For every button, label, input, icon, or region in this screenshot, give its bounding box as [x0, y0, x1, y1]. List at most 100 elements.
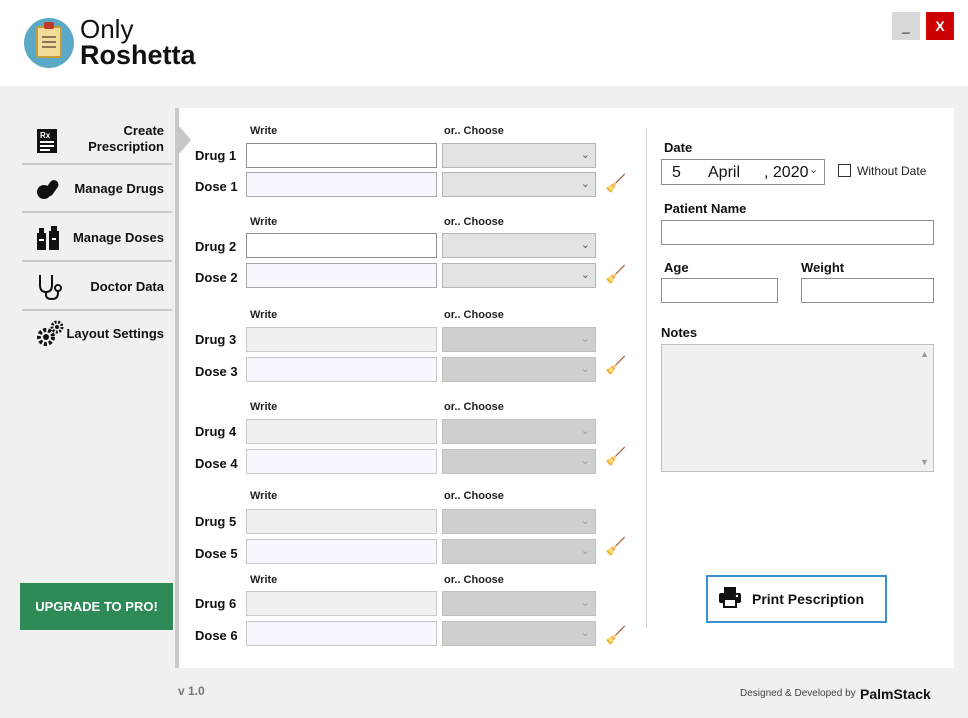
dose-5-label: Dose 5: [195, 546, 238, 561]
weight-label: Weight: [801, 260, 845, 275]
drug-6-select[interactable]: ⌄: [442, 591, 596, 616]
clear-row-1-broom-icon[interactable]: 🧹: [605, 174, 626, 194]
dose-5-input[interactable]: [246, 539, 437, 564]
dose-4-input[interactable]: [246, 449, 437, 474]
drug-4-label: Drug 4: [195, 424, 237, 439]
print-prescription-button[interactable]: Print Pescription: [706, 575, 887, 623]
dose-5-select[interactable]: ⌄: [442, 539, 596, 564]
without-date-checkbox[interactable]: [838, 164, 851, 177]
chevron-down-icon: ⌄: [580, 425, 590, 437]
age-input[interactable]: [661, 278, 778, 303]
drug-5-select[interactable]: ⌄: [442, 509, 596, 534]
sidebar-item-label: Doctor Data: [90, 279, 164, 294]
chevron-down-icon: ⌄: [580, 333, 590, 345]
active-tab-indicator: [179, 126, 191, 154]
sidebar-item-label: Create Prescription: [88, 123, 164, 154]
clipboard-icon: [36, 22, 62, 58]
drug-1-select[interactable]: ⌄: [442, 143, 596, 168]
drug-2-select[interactable]: ⌄: [442, 233, 596, 258]
brand-name-bottom: Roshetta: [80, 40, 196, 70]
date-month: April: [708, 164, 741, 181]
clear-row-5-broom-icon[interactable]: 🧹: [605, 537, 626, 557]
prescription-icon: Rx: [36, 128, 58, 160]
write-header: Write: [250, 309, 278, 321]
version-label: v 1.0: [178, 684, 205, 698]
app-header: Only Roshetta _ X: [0, 0, 968, 86]
drug-1-label: Drug 1: [195, 148, 237, 163]
sidebar-item-label: Manage Doses: [72, 230, 164, 245]
sidebar-item-manage-drugs[interactable]: Manage Drugs: [22, 165, 172, 213]
developer-logo: PalmStack: [860, 686, 931, 702]
choose-header: or.. Choose: [444, 401, 504, 413]
stethoscope-icon: [36, 273, 64, 307]
chevron-down-icon: ⌄: [580, 515, 590, 527]
dose-2-input[interactable]: [246, 263, 437, 288]
upgrade-button[interactable]: UPGRADE TO PRO!: [20, 583, 173, 630]
write-header: Write: [250, 216, 278, 228]
chevron-down-icon: ⌄: [580, 455, 590, 467]
chevron-down-icon: ⌄: [580, 269, 590, 281]
dose-1-input[interactable]: [246, 172, 437, 197]
sidebar-item-manage-doses[interactable]: Manage Doses: [22, 213, 172, 262]
choose-header: or.. Choose: [444, 490, 504, 502]
date-year: , 2020: [764, 164, 809, 181]
bottles-icon: [36, 225, 60, 257]
gears-icon: [36, 320, 64, 354]
dose-6-select[interactable]: ⌄: [442, 621, 596, 646]
dose-1-select[interactable]: ⌄: [442, 172, 596, 197]
sidebar-item-create-prescription[interactable]: Rx Create Prescription: [22, 120, 172, 165]
chevron-down-icon: ⌄: [580, 597, 590, 609]
clear-row-2-broom-icon[interactable]: 🧹: [605, 265, 626, 285]
drug-3-select[interactable]: ⌄: [442, 327, 596, 352]
panel-divider: [646, 128, 647, 628]
drug-5-label: Drug 5: [195, 514, 237, 529]
dose-4-label: Dose 4: [195, 456, 238, 471]
dose-3-select[interactable]: ⌄: [442, 357, 596, 382]
patient-name-input[interactable]: [661, 220, 934, 245]
date-day: 5: [672, 164, 681, 181]
chevron-down-icon: ⌄: [580, 239, 590, 251]
sidebar-item-layout-settings[interactable]: Layout Settings: [22, 311, 172, 356]
date-label: Date: [664, 140, 693, 155]
dose-6-input[interactable]: [246, 621, 437, 646]
notes-label: Notes: [661, 325, 698, 340]
drug-6-input[interactable]: [246, 591, 437, 616]
chevron-down-icon: ⌄: [580, 149, 590, 161]
clear-row-6-broom-icon[interactable]: 🧹: [605, 626, 626, 646]
drug-2-label: Drug 2: [195, 239, 237, 254]
weight-input[interactable]: [801, 278, 934, 303]
pills-icon: [36, 177, 62, 207]
patient-name-label: Patient Name: [664, 201, 747, 216]
dose-2-select[interactable]: ⌄: [442, 263, 596, 288]
drug-2-input[interactable]: [246, 233, 437, 258]
drug-3-input[interactable]: [246, 327, 437, 352]
chevron-down-icon: ⌄: [580, 363, 590, 375]
drug-6-label: Drug 6: [195, 596, 237, 611]
drug-1-input[interactable]: [246, 143, 437, 168]
choose-header: or.. Choose: [444, 574, 504, 586]
dose-4-select[interactable]: ⌄: [442, 449, 596, 474]
drug-4-select[interactable]: ⌄: [442, 419, 596, 444]
credit-text: Designed & Developed by: [740, 688, 856, 699]
write-header: Write: [250, 401, 278, 413]
clear-row-3-broom-icon[interactable]: 🧹: [605, 356, 626, 376]
clear-row-4-broom-icon[interactable]: 🧹: [605, 447, 626, 467]
scroll-up-icon[interactable]: ▲: [920, 349, 929, 359]
close-button[interactable]: X: [926, 12, 954, 40]
choose-header: or.. Choose: [444, 216, 504, 228]
drug-3-label: Drug 3: [195, 332, 237, 347]
drug-4-input[interactable]: [246, 419, 437, 444]
drug-5-input[interactable]: [246, 509, 437, 534]
dose-3-input[interactable]: [246, 357, 437, 382]
notes-textarea[interactable]: ▲ ▼: [661, 344, 934, 472]
sidebar-item-doctor-data[interactable]: Doctor Data: [22, 262, 172, 311]
write-header: Write: [250, 490, 278, 502]
chevron-down-icon[interactable]: ⌄: [809, 163, 818, 176]
date-picker[interactable]: 5 April , 2020 ⌄: [661, 159, 825, 185]
notes-scrollbar[interactable]: ▲ ▼: [917, 345, 933, 471]
scroll-down-icon[interactable]: ▼: [920, 457, 929, 467]
dose-6-label: Dose 6: [195, 628, 238, 643]
chevron-down-icon: ⌄: [580, 627, 590, 639]
minimize-button[interactable]: _: [892, 12, 920, 40]
printer-icon: [718, 586, 742, 614]
